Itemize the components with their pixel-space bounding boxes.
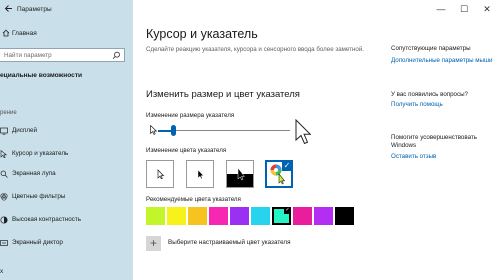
sidebar-item-audio[interactable]: х: [0, 264, 133, 280]
sidebar-item-color-filters[interactable]: Цветные фильтры: [0, 189, 133, 205]
sidebar-item-label: Курсор и указатель: [12, 150, 69, 157]
sidebar-item-home[interactable]: Главная: [0, 27, 133, 41]
app-title: Параметры: [17, 6, 52, 13]
page-title: Курсор и указатель: [146, 27, 258, 41]
pointer-icon: [0, 149, 9, 159]
search-input[interactable]: Найти параметр: [0, 48, 125, 62]
add-custom-color-button[interactable]: +: [146, 236, 161, 251]
sidebar-item-label: Дисплей: [12, 127, 38, 134]
color-swatch[interactable]: [188, 207, 207, 225]
size-slider-thumb[interactable]: [171, 125, 176, 136]
pointer-color-white[interactable]: [146, 160, 174, 188]
large-pointer-icon: [295, 118, 312, 147]
color-swatch[interactable]: [251, 207, 270, 225]
custom-color-label[interactable]: Выберите настраиваемый цвет указателя: [168, 239, 291, 246]
title-bar: Параметры: [0, 0, 133, 20]
sidebar-item-pointer[interactable]: Курсор и указатель: [0, 146, 133, 162]
group-label-vision: рение: [0, 110, 17, 116]
sidebar-item-label: х: [0, 268, 4, 275]
minimize-button[interactable]: —: [430, 2, 452, 16]
color-swatch[interactable]: [209, 207, 228, 225]
search-icon[interactable]: [112, 51, 121, 60]
sidebar-item-magnifier[interactable]: Экранная лупа: [0, 166, 133, 182]
small-pointer-icon: [150, 124, 158, 137]
black-pointer-icon: [197, 169, 205, 180]
home-label: Главная: [12, 30, 37, 37]
question-title: У вас появились вопросы?: [391, 91, 468, 98]
sidebar-item-label: Экранная лупа: [12, 170, 56, 177]
color-filter-icon: [0, 193, 9, 202]
feedback-link[interactable]: Оставить отзыв: [391, 153, 496, 160]
back-arrow-icon[interactable]: [4, 4, 14, 16]
size-slider-fill: [158, 129, 172, 132]
color-swatch[interactable]: [293, 207, 312, 225]
size-slider-track[interactable]: [158, 130, 290, 131]
help-link[interactable]: Получить помощь: [391, 101, 496, 108]
pointer-color-black[interactable]: [186, 160, 214, 188]
magnifier-icon: [0, 170, 9, 179]
page-description: Сделайте реакцию указателя, курсора и се…: [146, 46, 365, 53]
sidebar-item-display[interactable]: Дисплей: [0, 123, 133, 139]
sidebar-item-narrator[interactable]: Экранный диктор: [0, 235, 133, 251]
color-swatch[interactable]: [146, 207, 165, 225]
pointer-color-inverted[interactable]: [226, 160, 254, 188]
color-label: Изменение цвета указателя: [146, 147, 227, 154]
contrast-icon: [0, 216, 9, 225]
home-icon: [2, 29, 12, 39]
maximize-button[interactable]: ☐: [453, 2, 475, 16]
checkmark-icon: ✓: [282, 161, 292, 171]
improve-title: Помогите усовершенствовать Windows: [391, 134, 477, 149]
sidebar-item-high-contrast[interactable]: Высокая контрастность: [0, 212, 133, 228]
color-swatch[interactable]: [167, 207, 186, 225]
content-pane: — ☐ ✕ Курсор и указатель Сделайте реакци…: [133, 0, 500, 280]
color-swatch[interactable]: [230, 207, 249, 225]
checkmark-icon: ✓: [284, 207, 291, 214]
related-title: Сопутствующие параметры: [391, 45, 471, 52]
size-label: Изменение размера указателя: [146, 112, 235, 119]
narrator-icon: [0, 239, 9, 248]
recommended-label: Рекомендуемые цвета указателя: [146, 196, 241, 203]
section-title: ециальные возможности: [0, 72, 83, 79]
inverted-pointer-icon: [227, 167, 253, 187]
color-swatch[interactable]: [314, 207, 333, 225]
color-swatch[interactable]: ✓: [272, 207, 291, 225]
search-placeholder: Найти параметр: [4, 52, 52, 59]
pointer-color-custom[interactable]: ✓: [265, 160, 293, 188]
sidebar: Параметры Главная Найти параметр ециальн…: [0, 0, 133, 280]
mouse-settings-link[interactable]: Дополнительные параметры мыши: [391, 57, 496, 64]
display-icon: [0, 127, 9, 136]
section-heading: Изменить размер и цвет указателя: [146, 89, 300, 100]
sidebar-item-label: Высокая контрастность: [12, 216, 82, 223]
close-button[interactable]: ✕: [476, 2, 498, 16]
white-pointer-icon: [157, 169, 165, 180]
sidebar-item-label: Цветные фильтры: [12, 193, 66, 200]
sidebar-item-label: Экранный диктор: [12, 239, 63, 246]
color-swatch[interactable]: [335, 207, 354, 225]
